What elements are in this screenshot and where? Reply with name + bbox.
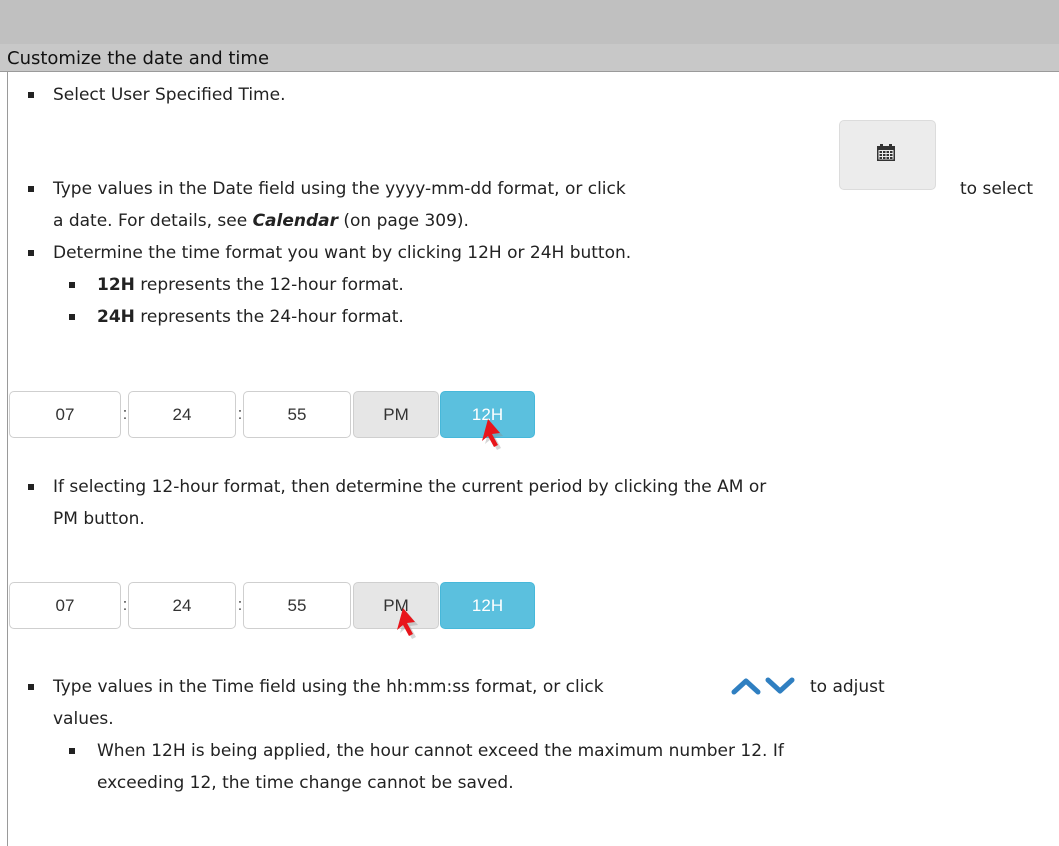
hour-input[interactable]: 07 (9, 391, 121, 438)
bullet (28, 484, 34, 490)
top-band (0, 0, 1059, 44)
sub-12h-desc: represents the 12-hour format. (134, 275, 404, 295)
sub-24h-desc: represents the 24-hour format. (134, 307, 404, 327)
minute-input[interactable]: 24 (128, 391, 236, 438)
sub-bullet (69, 748, 75, 754)
step-2-line-2: a date. For details, see Calendar (on pa… (53, 210, 469, 232)
left-rule (7, 72, 8, 846)
calendar-button[interactable] (839, 120, 936, 190)
format-12h-button[interactable]: 12H (440, 582, 535, 629)
sub-24h-label: 24H (97, 307, 135, 327)
sub-12h-label: 12H (97, 275, 135, 295)
step-2-text-end: to select (960, 179, 1033, 199)
bullet (28, 250, 34, 256)
note-line-1: When 12H is being applied, the hour cann… (97, 741, 784, 761)
step-2-line-2-a: a date. For details, see (53, 211, 253, 231)
chevron-down-icon[interactable] (765, 677, 795, 695)
calendar-icon (877, 144, 895, 161)
note-line-2: exceeding 12, the time change cannot be … (97, 773, 514, 793)
step-1-text: Select User Specified Time. (53, 85, 286, 105)
section-header: Customize the date and time (0, 44, 1059, 72)
step-5-line-2: values. (53, 709, 114, 729)
bullet (28, 684, 34, 690)
second-input[interactable]: 55 (243, 582, 351, 629)
step-5-text: Type values in the Time field using the … (53, 677, 604, 697)
bullet (28, 186, 34, 192)
section-title: Customize the date and time (7, 48, 270, 69)
step-3-text: Determine the time format you want by cl… (53, 243, 632, 263)
sub-24h-text: 24H represents the 24-hour format. (97, 306, 404, 328)
step-4-line-2: PM button. (53, 509, 145, 529)
bullet (28, 92, 34, 98)
step-2-line-2-b: (on page 309). (338, 211, 469, 231)
mouse-cursor-icon (482, 419, 503, 450)
sub-12h-text: 12H represents the 12-hour format. (97, 274, 404, 296)
sub-bullet (69, 282, 75, 288)
step-5-text-end: to adjust (810, 677, 885, 697)
period-button[interactable]: PM (353, 391, 439, 438)
hour-input[interactable]: 07 (9, 582, 121, 629)
mouse-cursor-icon (397, 608, 418, 639)
step-2-text: Type values in the Date field using the … (53, 179, 626, 199)
second-input[interactable]: 55 (243, 391, 351, 438)
sub-bullet (69, 314, 75, 320)
chevron-up-icon[interactable] (731, 677, 761, 695)
calendar-link[interactable]: Calendar (253, 211, 338, 231)
step-4-text: If selecting 12-hour format, then determ… (53, 477, 767, 497)
minute-input[interactable]: 24 (128, 582, 236, 629)
